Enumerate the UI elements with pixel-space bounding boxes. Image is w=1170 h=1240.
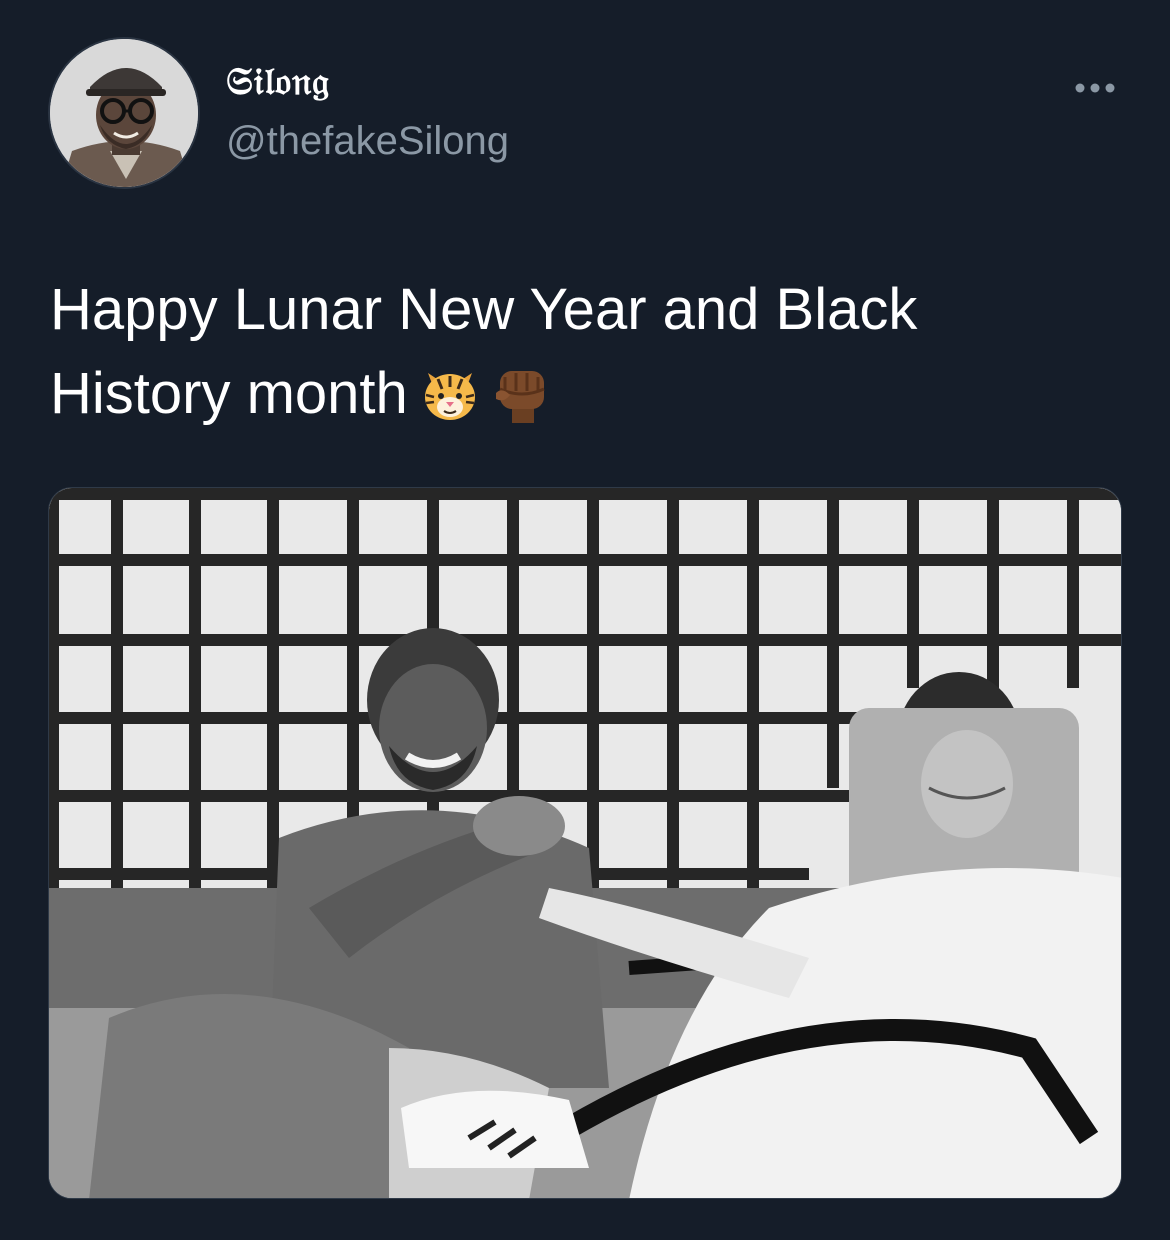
tweet-text-line-1: Happy Lunar New Year and Black: [50, 277, 918, 342]
tweet-photo[interactable]: [48, 487, 1122, 1199]
tweet-text: Happy Lunar New Year and Black History m…: [50, 268, 1110, 436]
user-handle[interactable]: @thefakeSilong: [226, 121, 509, 161]
avatar[interactable]: [48, 37, 200, 189]
tiger-face-emoji-icon: [420, 367, 480, 423]
raised-fist-emoji-icon: [492, 365, 552, 423]
display-name[interactable]: 𝔖𝔦𝔩𝔬𝔫𝔤: [226, 62, 330, 100]
tweet: 𝔖𝔦𝔩𝔬𝔫𝔤 @thefakeSilong Happy Lunar New Ye…: [0, 0, 1170, 1240]
tweet-text-line-2: History month: [50, 361, 408, 426]
photo-image: [49, 488, 1121, 1198]
more-dots-icon: [1075, 83, 1115, 93]
profile-photo: [50, 39, 198, 187]
more-options-button[interactable]: [1060, 66, 1130, 110]
